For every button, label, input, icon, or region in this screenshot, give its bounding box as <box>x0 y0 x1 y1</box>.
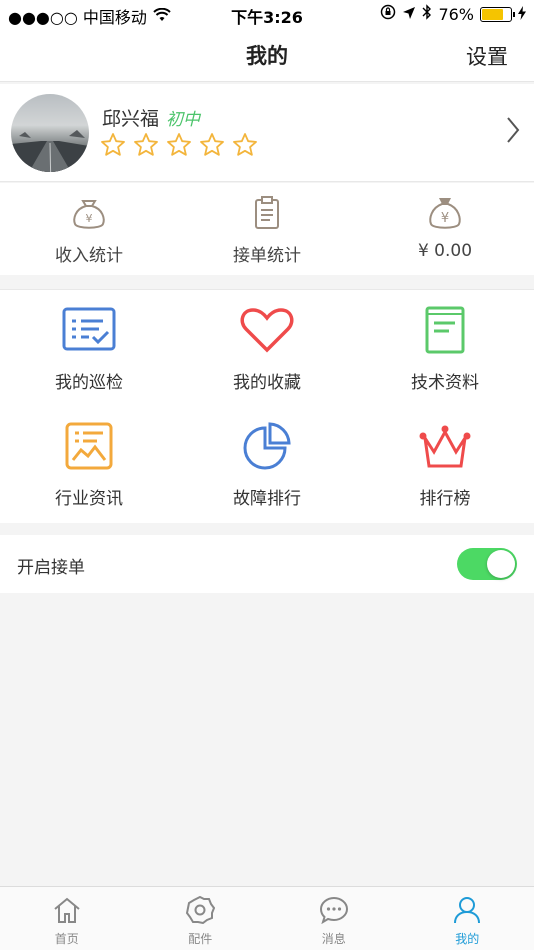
money-bag-icon: ¥ <box>425 193 465 237</box>
bluetooth-icon <box>422 4 432 24</box>
income-stats-button[interactable]: ¥ 收入统计 <box>0 183 178 275</box>
clipboard-icon <box>247 193 287 237</box>
balance-button[interactable]: ¥ ¥ 0.00 <box>356 183 534 275</box>
chat-icon <box>319 896 349 928</box>
charging-icon <box>518 5 526 24</box>
menu-label: 故障排行 <box>233 489 301 509</box>
star-icon <box>133 132 159 162</box>
crown-icon <box>417 422 473 474</box>
avatar <box>11 94 89 172</box>
profile-card[interactable]: 邱兴福 初中 <box>0 84 534 182</box>
accept-orders-label: 开启接单 <box>17 558 85 578</box>
heart-icon <box>239 306 295 358</box>
tab-parts[interactable]: 配件 <box>134 887 268 950</box>
menu-grid: 我的巡检 我的收藏 技术资料 行业资讯 故障排行 排行榜 <box>0 289 534 523</box>
gear-icon <box>185 895 216 928</box>
accept-orders-row: 开启接单 <box>0 535 534 593</box>
tab-label: 配件 <box>188 932 213 946</box>
menu-industry-news[interactable]: 行业资讯 <box>0 406 178 524</box>
stats-bar: ¥ 收入统计 接单统计 ¥ ¥ 0.00 <box>0 183 534 275</box>
menu-label: 我的收藏 <box>233 373 301 393</box>
settings-button[interactable]: 设置 <box>466 41 508 71</box>
tab-label: 我的 <box>455 932 480 946</box>
rating-stars <box>100 132 258 162</box>
nav-bar: 我的 设置 <box>0 28 534 82</box>
tab-mine[interactable]: 我的 <box>401 887 534 950</box>
page-title: 我的 <box>246 44 288 68</box>
star-icon <box>100 132 126 162</box>
accept-orders-toggle[interactable] <box>457 548 517 580</box>
battery-icon <box>480 6 515 22</box>
star-icon <box>199 132 225 162</box>
stat-label: 收入统计 <box>55 246 123 266</box>
menu-leaderboard[interactable]: 排行榜 <box>356 406 534 524</box>
menu-my-inspection[interactable]: 我的巡检 <box>0 290 178 406</box>
user-level: 初中 <box>166 110 200 130</box>
menu-label: 技术资料 <box>411 373 479 393</box>
pie-chart-icon <box>239 422 295 474</box>
tab-label: 首页 <box>54 932 79 946</box>
toggle-knob <box>487 550 515 578</box>
tab-label: 消息 <box>321 932 346 946</box>
stat-label: 接单统计 <box>233 246 301 266</box>
user-icon <box>452 896 482 928</box>
svg-text:¥: ¥ <box>86 212 93 225</box>
menu-tech-docs[interactable]: 技术资料 <box>356 290 534 406</box>
menu-label: 我的巡检 <box>55 373 123 393</box>
svg-text:¥: ¥ <box>441 211 449 226</box>
balance-value: ¥ 0.00 <box>417 241 473 261</box>
star-icon <box>232 132 258 162</box>
money-bag-icon: ¥ <box>69 193 109 237</box>
rotation-lock-icon <box>380 4 396 24</box>
tab-messages[interactable]: 消息 <box>267 887 401 950</box>
menu-label: 排行榜 <box>419 489 471 509</box>
chevron-right-icon <box>506 116 520 148</box>
order-stats-button[interactable]: 接单统计 <box>178 183 356 275</box>
menu-fault-ranking[interactable]: 故障排行 <box>178 406 356 524</box>
tab-bar: 首页 配件 消息 我的 <box>0 886 534 950</box>
home-icon <box>52 896 82 928</box>
star-icon <box>166 132 192 162</box>
menu-my-favorites[interactable]: 我的收藏 <box>178 290 356 406</box>
status-right: 76% <box>380 4 526 24</box>
battery-percent: 76% <box>438 4 474 24</box>
tab-home[interactable]: 首页 <box>0 887 134 950</box>
location-icon <box>402 5 416 24</box>
user-name: 邱兴福 <box>102 108 160 130</box>
news-chart-icon <box>61 422 117 474</box>
inspection-icon <box>61 306 117 358</box>
battery-fill <box>482 8 504 20</box>
book-icon <box>417 306 473 358</box>
status-bar: ●●●○○ 中国移动 下午3:26 76% <box>0 0 534 28</box>
menu-label: 行业资讯 <box>55 489 123 509</box>
